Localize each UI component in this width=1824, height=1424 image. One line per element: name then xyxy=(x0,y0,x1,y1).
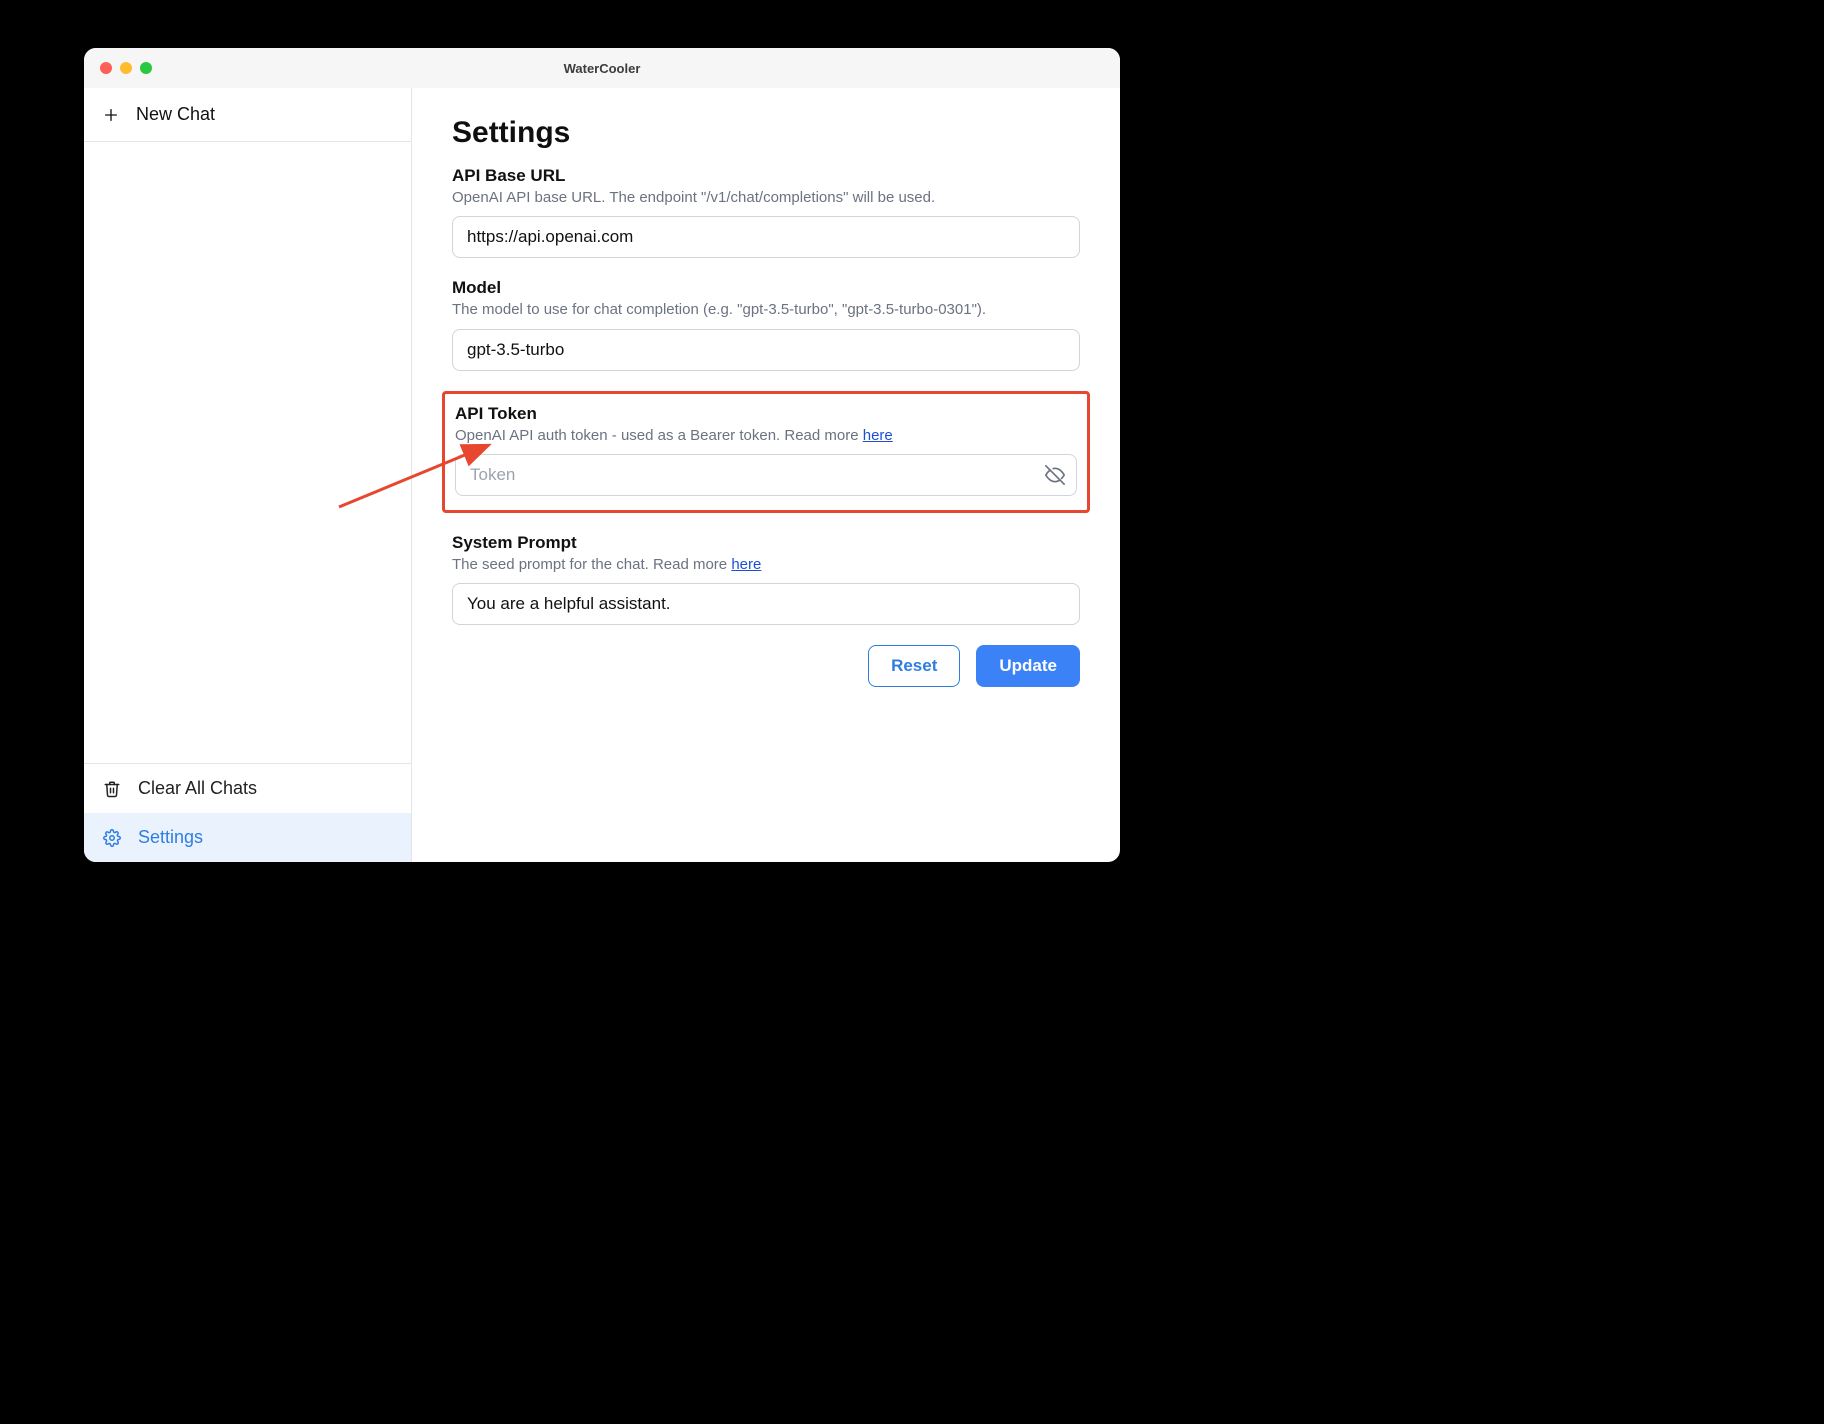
system-prompt-description: The seed prompt for the chat. Read more … xyxy=(452,555,1080,575)
settings-nav-button[interactable]: Settings xyxy=(84,813,411,862)
system-prompt-input[interactable] xyxy=(452,583,1080,625)
system-prompt-description-text: The seed prompt for the chat. Read more xyxy=(452,556,731,573)
api-base-url-label: API Base URL xyxy=(452,166,1080,186)
system-prompt-label: System Prompt xyxy=(452,533,1080,553)
model-label: Model xyxy=(452,278,1080,298)
clear-all-chats-label: Clear All Chats xyxy=(138,778,257,799)
gear-icon xyxy=(102,828,122,848)
api-token-label: API Token xyxy=(455,404,1077,424)
model-input[interactable] xyxy=(452,329,1080,371)
update-button[interactable]: Update xyxy=(976,645,1080,687)
system-prompt-readmore-link[interactable]: here xyxy=(731,556,761,573)
window-body: New Chat Clear All Chats Settings xyxy=(84,88,1120,862)
window-minimize-button[interactable] xyxy=(120,62,132,74)
page-title: Settings xyxy=(452,116,1080,150)
window-close-button[interactable] xyxy=(100,62,112,74)
window-title: WaterCooler xyxy=(84,61,1120,76)
app-window: WaterCooler New Chat Clear All Chats xyxy=(84,48,1120,862)
sidebar-bottom: Clear All Chats Settings xyxy=(84,763,411,862)
trash-icon xyxy=(102,779,122,799)
field-system-prompt: System Prompt The seed prompt for the ch… xyxy=(452,533,1080,625)
sidebar: New Chat Clear All Chats Settings xyxy=(84,88,412,862)
titlebar: WaterCooler xyxy=(84,48,1120,88)
api-token-description: OpenAI API auth token - used as a Bearer… xyxy=(455,426,1077,446)
model-description: The model to use for chat completion (e.… xyxy=(452,300,1080,320)
plus-icon xyxy=(102,106,120,124)
settings-nav-label: Settings xyxy=(138,827,203,848)
clear-all-chats-button[interactable]: Clear All Chats xyxy=(84,764,411,813)
new-chat-button[interactable]: New Chat xyxy=(84,88,411,142)
api-token-input-wrap xyxy=(455,454,1077,496)
eye-off-icon[interactable] xyxy=(1045,465,1065,485)
api-base-url-description: OpenAI API base URL. The endpoint "/v1/c… xyxy=(452,188,1080,208)
window-maximize-button[interactable] xyxy=(140,62,152,74)
main-content: Settings API Base URL OpenAI API base UR… xyxy=(412,88,1120,862)
api-token-input[interactable] xyxy=(455,454,1077,496)
field-api-token-highlighted: API Token OpenAI API auth token - used a… xyxy=(442,391,1090,513)
traffic-lights xyxy=(84,62,152,74)
sidebar-top: New Chat xyxy=(84,88,411,763)
reset-button[interactable]: Reset xyxy=(868,645,960,687)
api-base-url-input[interactable] xyxy=(452,216,1080,258)
field-model: Model The model to use for chat completi… xyxy=(452,278,1080,370)
action-buttons: Reset Update xyxy=(452,645,1080,687)
new-chat-label: New Chat xyxy=(136,104,215,125)
api-token-description-text: OpenAI API auth token - used as a Bearer… xyxy=(455,427,863,444)
api-token-readmore-link[interactable]: here xyxy=(863,427,893,444)
field-api-base-url: API Base URL OpenAI API base URL. The en… xyxy=(452,166,1080,258)
